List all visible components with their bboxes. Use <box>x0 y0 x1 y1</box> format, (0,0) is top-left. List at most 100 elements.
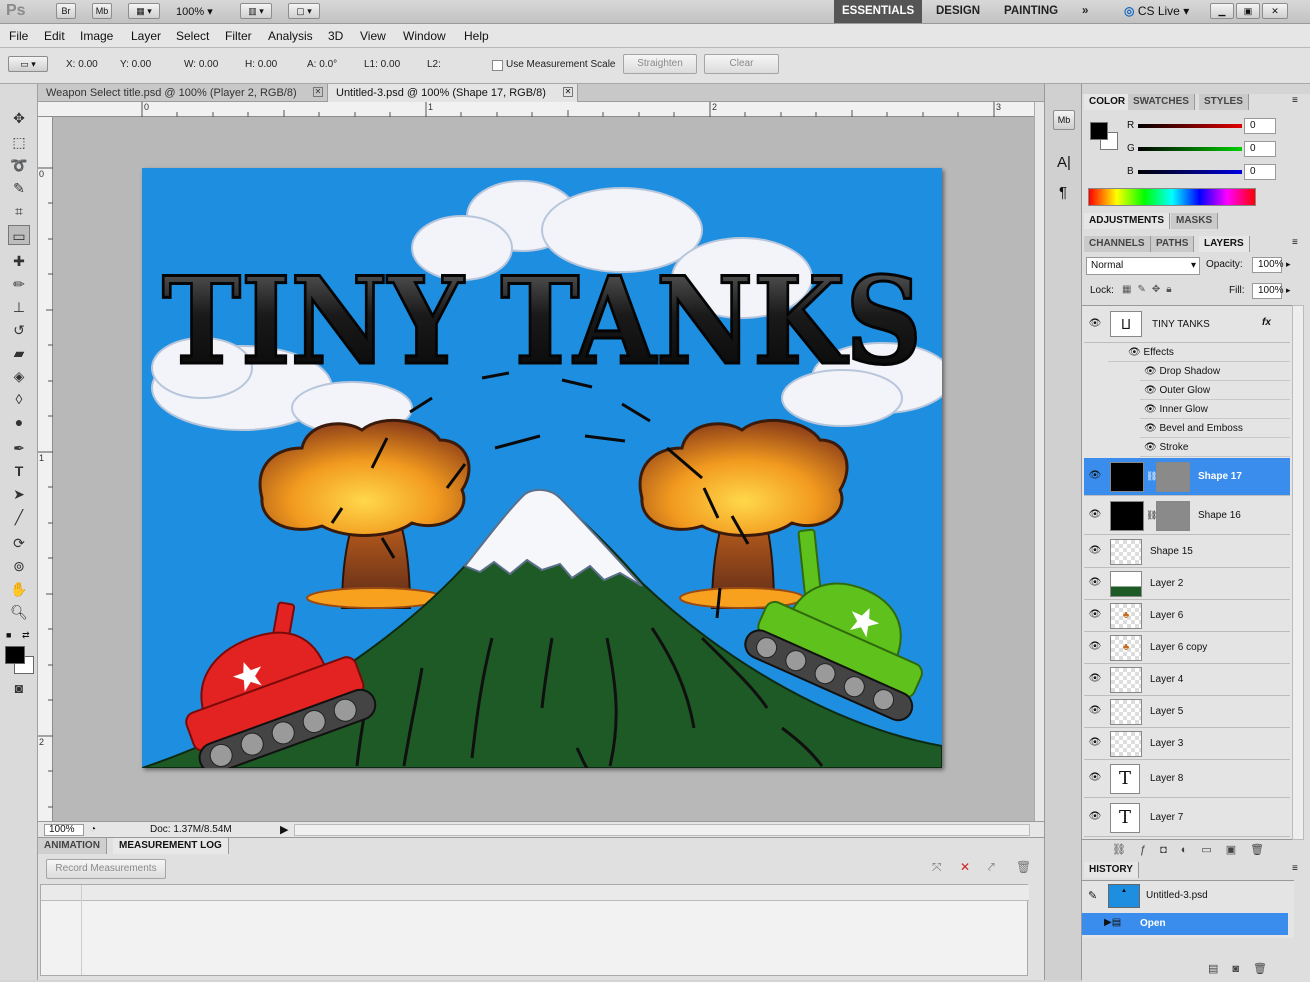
menu-select[interactable]: Select <box>176 29 209 43</box>
effect-eye-icon[interactable]: 👁︎ <box>1144 366 1157 377</box>
layers-list[interactable]: 👁︎ Ⳙ TINY TANKS fx 👁︎ Effects 👁︎ Drop Sh… <box>1082 305 1294 840</box>
zoom-level-select[interactable]: 100% ▾ <box>176 5 213 18</box>
visibility-eye-icon[interactable]: 👁︎ <box>1088 577 1102 588</box>
tab-swatches[interactable]: SWATCHES <box>1128 94 1195 110</box>
move-tool-icon[interactable]: ✥ <box>8 108 30 128</box>
path-selection-tool-icon[interactable]: ➤ <box>8 484 30 504</box>
tab-channels[interactable]: CHANNELS <box>1084 236 1151 252</box>
visibility-eye-icon[interactable]: 👁︎ <box>1088 811 1102 822</box>
layer-row-layer-4[interactable]: 👁︎ Layer 4 <box>1084 664 1290 696</box>
tab-layers[interactable]: LAYERS <box>1199 236 1250 252</box>
workspace-essentials[interactable]: ESSENTIALS <box>834 0 923 23</box>
close-tab-icon[interactable]: ✕ <box>313 87 323 97</box>
quick-selection-tool-icon[interactable]: ✎ <box>8 178 30 198</box>
3d-orbit-tool-icon[interactable]: ⊚ <box>8 556 30 576</box>
tab-history[interactable]: HISTORY <box>1084 862 1139 878</box>
layer-row-layer-3[interactable]: 👁︎ Layer 3 <box>1084 728 1290 760</box>
effects-eye-icon[interactable]: 👁︎ <box>1128 347 1141 358</box>
ruler-tool-preset-picker[interactable]: ▭ ▾ <box>8 56 48 72</box>
fill-arrow-icon[interactable]: ▸ <box>1286 285 1291 296</box>
healing-brush-tool-icon[interactable]: ✚ <box>8 251 30 271</box>
visibility-eye-icon[interactable]: 👁︎ <box>1088 673 1102 684</box>
document-tab-weapon-select[interactable]: Weapon Select title.psd @ 100% (Player 2… <box>38 84 328 102</box>
character-panel-icon[interactable]: A| <box>1057 154 1071 171</box>
history-brush-tool-icon[interactable]: ↺ <box>8 320 30 340</box>
more-workspaces-icon[interactable]: » <box>1074 0 1096 23</box>
color-r-slider[interactable] <box>1138 124 1242 128</box>
layer-row-layer-2[interactable]: 👁︎ Layer 2 <box>1084 568 1290 600</box>
layers-panel-menu-icon[interactable]: ≡ <box>1292 237 1298 248</box>
effect-eye-icon[interactable]: 👁︎ <box>1144 442 1157 453</box>
opacity-arrow-icon[interactable]: ▸ <box>1286 259 1291 270</box>
close-tab-icon[interactable]: ✕ <box>563 87 573 97</box>
record-measurements-button[interactable]: Record Measurements <box>46 859 166 879</box>
effect-row[interactable]: 👁︎ Inner Glow <box>1140 400 1290 419</box>
zoom-tool-icon[interactable]: 🔍︎ <box>8 602 30 622</box>
straighten-button[interactable]: Straighten <box>623 54 697 74</box>
foreground-color-swatch[interactable] <box>5 646 25 664</box>
brush-tool-icon[interactable]: ✏ <box>8 274 30 294</box>
color-r-value[interactable]: 0 <box>1244 118 1276 134</box>
history-item-open[interactable]: ▶▤ Open <box>1082 913 1288 935</box>
layer-row-shape-15[interactable]: 👁︎ Shape 15 <box>1084 536 1290 568</box>
history-footer-icons[interactable]: ▤◙🗑︎ <box>1208 962 1281 975</box>
eraser-tool-icon[interactable]: ▰ <box>8 343 30 363</box>
tab-masks[interactable]: MASKS <box>1171 213 1219 229</box>
visibility-eye-icon[interactable]: 👁︎ <box>1088 772 1102 783</box>
visibility-eye-icon[interactable]: 👁︎ <box>1088 318 1102 329</box>
visibility-eye-icon[interactable]: 👁︎ <box>1088 545 1102 556</box>
lasso-tool-icon[interactable]: ➰ <box>8 155 30 175</box>
effect-eye-icon[interactable]: 👁︎ <box>1144 423 1157 434</box>
history-panel-menu-icon[interactable]: ≡ <box>1292 863 1298 874</box>
effect-eye-icon[interactable]: 👁︎ <box>1144 385 1157 396</box>
clone-stamp-tool-icon[interactable]: ⊥ <box>8 297 30 317</box>
cs-live-menu[interactable]: ◎ CS Live ▾ <box>1124 4 1189 18</box>
menu-window[interactable]: Window <box>403 29 446 43</box>
canvas-vertical-scrollbar[interactable] <box>1034 102 1044 821</box>
select-all-measurements-icon[interactable]: ⤧ <box>932 860 942 875</box>
layer-row-tiny-tanks[interactable]: 👁︎ Ⳙ TINY TANKS fx <box>1084 307 1290 343</box>
layer-row-layer-6[interactable]: 👁︎ ♣ Layer 6 <box>1084 600 1290 632</box>
color-b-value[interactable]: 0 <box>1244 164 1276 180</box>
fx-icon[interactable]: fx <box>1262 317 1271 328</box>
blur-tool-icon[interactable]: ◊ <box>8 389 30 409</box>
clear-button[interactable]: Clear <box>704 54 779 74</box>
effect-row[interactable]: 👁︎ Stroke <box>1140 438 1290 457</box>
bridge-button[interactable]: Br <box>56 3 76 19</box>
crop-tool-icon[interactable]: ⌗ <box>8 201 30 221</box>
visibility-eye-icon[interactable]: 👁︎ <box>1088 470 1102 481</box>
color-foreground-swatch[interactable] <box>1090 122 1108 140</box>
fill-field[interactable]: 100% <box>1252 283 1284 299</box>
menu-view[interactable]: View <box>360 29 386 43</box>
dodge-tool-icon[interactable]: ● <box>8 412 30 432</box>
ruler-tool-icon[interactable]: ▭ <box>8 225 30 245</box>
tab-color[interactable]: COLOR <box>1084 94 1132 110</box>
menu-help[interactable]: Help <box>464 29 489 43</box>
marquee-tool-icon[interactable]: ⬚ <box>8 132 30 152</box>
view-extras-button[interactable]: ▦ ▾ <box>128 3 160 19</box>
hand-tool-icon[interactable]: ✋ <box>8 579 30 599</box>
mini-bridge-panel-icon[interactable]: Mb <box>1053 110 1075 130</box>
effects-row[interactable]: 👁︎ Effects <box>1108 343 1290 362</box>
layers-scrollbar[interactable] <box>1292 305 1304 840</box>
status-zoom-field[interactable]: 100% <box>44 824 84 836</box>
tab-paths[interactable]: PATHS <box>1151 236 1195 252</box>
measurement-scale-checkbox[interactable] <box>492 60 503 71</box>
layer-row-shape-16[interactable]: 👁︎ ⛓ Shape 16 <box>1084 497 1290 535</box>
color-g-value[interactable]: 0 <box>1244 141 1276 157</box>
arrange-documents-button[interactable]: ▥ ▾ <box>240 3 272 19</box>
tab-measurement-log[interactable]: MEASUREMENT LOG <box>113 838 229 854</box>
layer-row-shape-17[interactable]: 👁︎ ⛓ Shape 17 <box>1084 458 1290 496</box>
menu-file[interactable]: File <box>9 29 28 43</box>
effect-row[interactable]: 👁︎ Bevel and Emboss <box>1140 419 1290 438</box>
effect-eye-icon[interactable]: 👁︎ <box>1144 404 1157 415</box>
deselect-measurements-icon[interactable]: ✕ <box>960 860 970 874</box>
visibility-eye-icon[interactable]: 👁︎ <box>1088 705 1102 716</box>
layer-row-layer-8[interactable]: 👁︎ T Layer 8 <box>1084 760 1290 798</box>
document-tab-untitled-3[interactable]: Untitled-3.psd @ 100% (Shape 17, RGB/8) ✕ <box>328 84 578 102</box>
export-measurements-icon[interactable]: ⤤ <box>988 860 995 875</box>
document-canvas[interactable]: TINY TANKS <box>141 168 953 774</box>
layer-row-layer-7[interactable]: 👁︎ T Layer 7 <box>1084 799 1290 837</box>
color-spectrum-ramp[interactable] <box>1088 188 1256 206</box>
color-b-slider[interactable] <box>1138 170 1242 174</box>
